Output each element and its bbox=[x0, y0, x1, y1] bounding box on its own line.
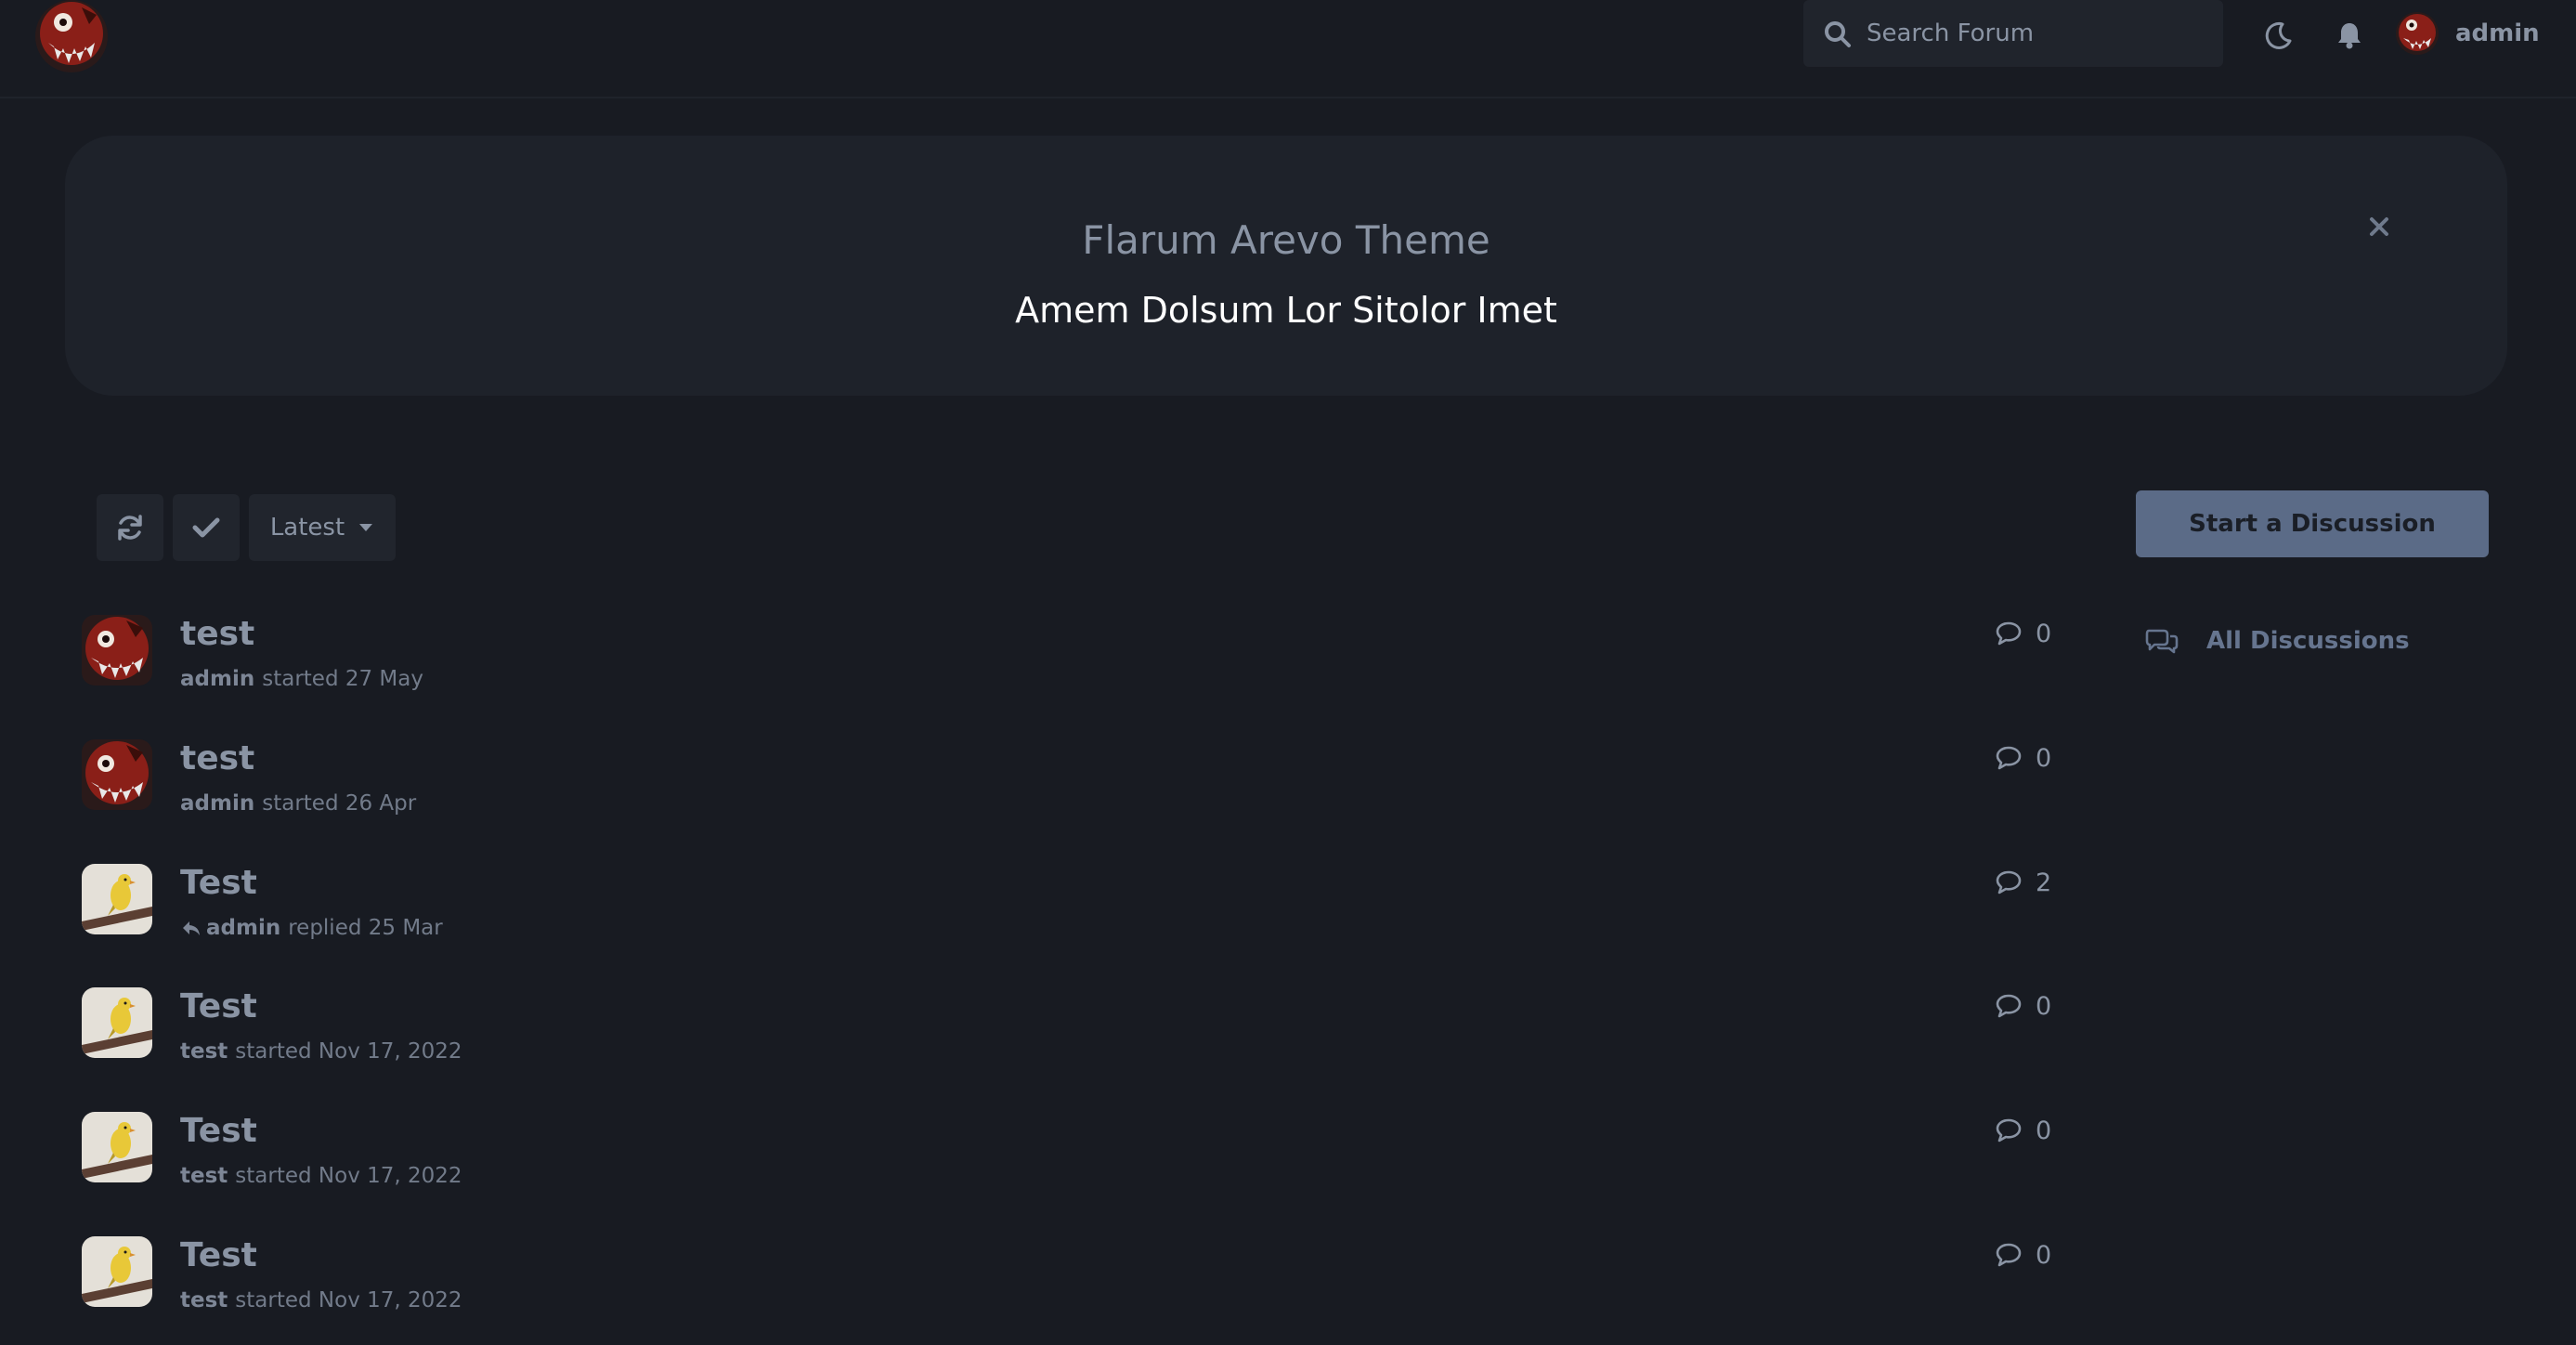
avatar[interactable] bbox=[82, 1112, 152, 1182]
activity-text: started Nov 17, 2022 bbox=[235, 1164, 462, 1188]
discussion-title[interactable]: Test bbox=[180, 987, 257, 1025]
comment-icon bbox=[1996, 1243, 2022, 1267]
hero-title: Flarum Arevo Theme bbox=[1082, 217, 1490, 263]
reply-count: 0 bbox=[1995, 1236, 2051, 1273]
reply-count: 0 bbox=[1995, 615, 2051, 652]
reply-count-value: 0 bbox=[2036, 743, 2052, 773]
author-name[interactable]: admin bbox=[180, 667, 254, 691]
activity-text: replied 25 Mar bbox=[288, 916, 443, 940]
discussion-title[interactable]: Test bbox=[180, 1236, 257, 1274]
reply-count: 0 bbox=[1995, 739, 2051, 777]
forum-page: admin Flarum Arevo Theme Amem Dolsum Lor… bbox=[0, 0, 2576, 1345]
discussion-meta: test started Nov 17, 2022 bbox=[180, 1288, 462, 1312]
comment-icon bbox=[1996, 994, 2022, 1018]
discussion-meta: admin started 27 May bbox=[180, 667, 423, 691]
discussion-item[interactable]: Test test started Nov 17, 2022 0 bbox=[82, 1112, 2078, 1214]
avatar[interactable] bbox=[82, 739, 152, 810]
mark-all-read-button[interactable] bbox=[173, 494, 240, 561]
avatar bbox=[2396, 12, 2439, 55]
comment-icon bbox=[1996, 621, 2022, 646]
discussion-meta: test started Nov 17, 2022 bbox=[180, 1164, 462, 1188]
reply-count-value: 0 bbox=[2036, 991, 2052, 1021]
reply-count: 2 bbox=[1995, 864, 2051, 901]
discussion-title[interactable]: test bbox=[180, 739, 254, 777]
check-icon bbox=[192, 517, 220, 538]
sort-dropdown[interactable]: Latest bbox=[249, 494, 396, 561]
discussion-item[interactable]: Test test started Nov 17, 2022 0 bbox=[82, 1236, 2078, 1338]
caret-down-icon bbox=[359, 524, 373, 531]
discussion-title[interactable]: Test bbox=[180, 1112, 257, 1150]
start-discussion-button[interactable]: Start a Discussion bbox=[2136, 490, 2489, 557]
avatar[interactable] bbox=[82, 987, 152, 1058]
discussion-title[interactable]: test bbox=[180, 615, 254, 653]
comment-icon bbox=[1996, 746, 2022, 770]
hero-subtitle: Amem Dolsum Lor Sitolor Imet bbox=[1015, 290, 1557, 331]
avatar[interactable] bbox=[82, 1236, 152, 1307]
reply-count-value: 0 bbox=[2036, 1240, 2052, 1270]
reply-icon bbox=[180, 918, 202, 938]
discussion-item[interactable]: test admin started 26 Apr 0 bbox=[82, 739, 2078, 842]
username: admin bbox=[2455, 20, 2540, 47]
discussion-item[interactable]: test admin started 27 May 0 bbox=[82, 615, 2078, 717]
refresh-icon bbox=[118, 515, 142, 541]
reply-count: 0 bbox=[1995, 1112, 2051, 1149]
reply-count-value: 0 bbox=[2036, 1116, 2052, 1145]
discussion-meta: admin replied 25 Mar bbox=[180, 916, 443, 940]
discussion-meta: admin started 26 Apr bbox=[180, 791, 416, 816]
notifications-button[interactable] bbox=[2329, 15, 2370, 56]
nav-label: All Discussions bbox=[2206, 627, 2410, 655]
comment-icon bbox=[1996, 1118, 2022, 1143]
search-input[interactable] bbox=[1867, 13, 2210, 54]
hero-close-button[interactable] bbox=[2359, 206, 2400, 247]
nav-all-discussions[interactable]: All Discussions bbox=[2145, 620, 2410, 661]
close-icon bbox=[2370, 217, 2388, 236]
sort-label: Latest bbox=[269, 514, 345, 542]
activity-text: started 26 Apr bbox=[262, 791, 417, 816]
discussion-meta: test started Nov 17, 2022 bbox=[180, 1039, 462, 1064]
avatar[interactable] bbox=[82, 864, 152, 934]
user-menu[interactable]: admin bbox=[2396, 7, 2540, 59]
welcome-hero: Flarum Arevo Theme Amem Dolsum Lor Sitol… bbox=[65, 136, 2507, 396]
discussion-title[interactable]: Test bbox=[180, 864, 257, 902]
activity-text: started 27 May bbox=[262, 667, 423, 691]
reply-count-value: 2 bbox=[2036, 868, 2052, 897]
activity-text: started Nov 17, 2022 bbox=[235, 1288, 462, 1312]
discussion-item[interactable]: Test admin replied 25 Mar 2 bbox=[82, 864, 2078, 966]
search-box[interactable] bbox=[1803, 0, 2223, 67]
top-header: admin bbox=[0, 0, 2576, 98]
author-name[interactable]: admin bbox=[180, 791, 254, 816]
comment-icon bbox=[1996, 870, 2022, 894]
forum-logo[interactable] bbox=[35, 0, 108, 72]
author-name[interactable]: admin bbox=[206, 916, 280, 940]
author-name[interactable]: test bbox=[180, 1164, 228, 1188]
reply-count: 0 bbox=[1995, 987, 2051, 1025]
author-name[interactable]: test bbox=[180, 1039, 228, 1064]
discussion-item[interactable]: Test test started Nov 17, 2022 0 bbox=[82, 987, 2078, 1090]
reply-count-value: 0 bbox=[2036, 619, 2052, 648]
refresh-button[interactable] bbox=[97, 494, 163, 561]
avatar[interactable] bbox=[82, 615, 152, 686]
activity-text: started Nov 17, 2022 bbox=[235, 1039, 462, 1064]
author-name[interactable]: test bbox=[180, 1288, 228, 1312]
search-icon bbox=[1825, 21, 1851, 47]
dark-mode-toggle[interactable] bbox=[2258, 15, 2299, 56]
comments-icon bbox=[2145, 629, 2179, 654]
moon-icon bbox=[2265, 21, 2292, 49]
bell-icon bbox=[2338, 23, 2361, 49]
